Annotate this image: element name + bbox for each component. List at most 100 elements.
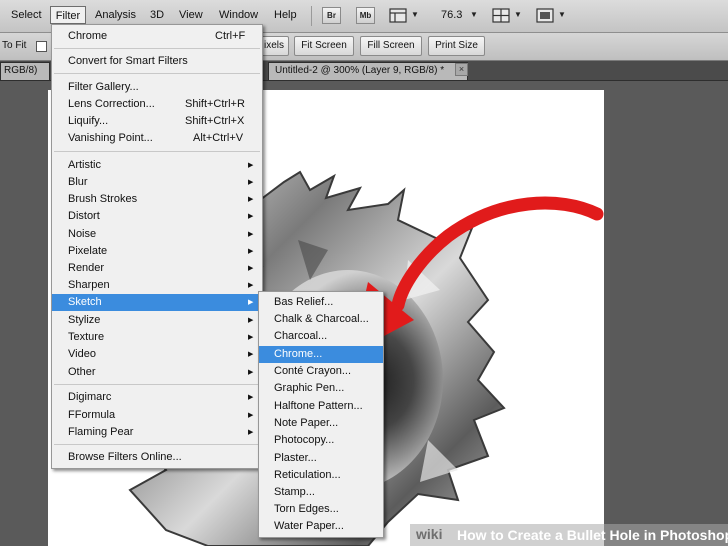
menu-item-browse-filters-online[interactable]: Browse Filters Online... [52, 449, 262, 466]
menu-item-label: Vanishing Point... [68, 132, 153, 144]
shortcut-label: Ctrl+F [215, 30, 246, 42]
menu-item-texture[interactable]: Texture ▶ [52, 329, 262, 346]
submenu-item-bas-relief[interactable]: Bas Relief... [259, 294, 383, 311]
menu-item-label: Photocopy... [274, 434, 335, 446]
menu-item-filter-gallery[interactable]: Filter Gallery... [52, 79, 262, 96]
menu-view[interactable]: View [179, 9, 203, 21]
menu-item-label: Conté Crayon... [274, 365, 352, 377]
menu-window[interactable]: Window [219, 9, 258, 21]
menu-item-lens-correction[interactable]: Lens Correction... Shift+Ctrl+R [52, 96, 262, 113]
menu-item-sharpen[interactable]: Sharpen ▶ [52, 277, 262, 294]
menu-item-chrome[interactable]: Chrome Ctrl+F [52, 28, 262, 45]
menu-item-label: Other [68, 366, 96, 378]
menu-item-label: Brush Strokes [68, 193, 138, 205]
menu-item-label: Halftone Pattern... [274, 400, 363, 412]
shortcut-label: Shift+Ctrl+X [185, 115, 245, 127]
menu-3d[interactable]: 3D [150, 9, 164, 21]
menu-item-blur[interactable]: Blur ▶ [52, 174, 262, 191]
menu-item-label: Render [68, 262, 105, 274]
shortcut-label: Alt+Ctrl+V [193, 132, 244, 144]
arrange-documents-icon [492, 8, 510, 23]
chevron-right-icon: ▶ [248, 196, 254, 203]
submenu-item-graphic-pen[interactable]: Graphic Pen... [259, 380, 383, 397]
menu-divider [54, 384, 260, 385]
submenu-item-halftone-pattern[interactable]: Halftone Pattern... [259, 398, 383, 415]
chevron-right-icon: ▶ [248, 231, 254, 238]
wikihow-logo: wiki [416, 526, 443, 542]
banner-title: How to Create a Bullet Hole in Photoshop [457, 527, 728, 543]
chevron-right-icon: ▶ [248, 213, 254, 220]
submenu-item-note-paper[interactable]: Note Paper... [259, 415, 383, 432]
close-icon[interactable]: × [455, 63, 468, 76]
view-extras-icon [389, 8, 407, 23]
menu-select[interactable]: Select [11, 9, 42, 21]
menu-item-label: Stamp... [274, 486, 315, 498]
menu-item-vanishing-point[interactable]: Vanishing Point... Alt+Ctrl+V [52, 130, 262, 147]
submenu-item-plaster[interactable]: Plaster... [259, 450, 383, 467]
menu-item-stylize[interactable]: Stylize ▶ [52, 312, 262, 329]
menu-item-label: Graphic Pen... [274, 382, 345, 394]
menu-item-video[interactable]: Video ▶ [52, 346, 262, 363]
wikihow-banner: wiki How to Create a Bullet Hole in Phot… [410, 524, 728, 546]
submenu-item-charcoal[interactable]: Charcoal... [259, 328, 383, 345]
fit-screen-button[interactable]: Fit Screen [294, 36, 354, 56]
menu-item-label: Noise [68, 228, 97, 240]
chevron-right-icon: ▶ [248, 351, 254, 358]
menu-filter[interactable]: Filter [50, 6, 86, 24]
chevron-down-icon: ▼ [411, 10, 419, 19]
bridge-button[interactable]: Br [322, 7, 341, 24]
submenu-item-chrome[interactable]: Chrome... [259, 346, 383, 363]
fill-screen-button[interactable]: Fill Screen [360, 36, 422, 56]
menu-item-flaming-pear[interactable]: Flaming Pear ▶ [52, 424, 262, 441]
view-extras-button[interactable] [389, 8, 407, 23]
submenu-item-stamp[interactable]: Stamp... [259, 484, 383, 501]
menu-item-label: Chrome... [274, 348, 323, 360]
filter-menu: Chrome Ctrl+F Convert for Smart Filters … [51, 24, 263, 469]
menu-item-other[interactable]: Other ▶ [52, 364, 262, 381]
menu-item-noise[interactable]: Noise ▶ [52, 226, 262, 243]
submenu-item-torn-edges[interactable]: Torn Edges... [259, 501, 383, 518]
submenu-item-reticulation[interactable]: Reticulation... [259, 467, 383, 484]
menu-item-label: Artistic [68, 159, 101, 171]
resize-to-fit-checkbox[interactable] [36, 41, 47, 52]
menu-item-render[interactable]: Render ▶ [52, 260, 262, 277]
shortcut-label: Shift+Ctrl+R [185, 98, 245, 110]
menu-item-label: Plaster... [274, 452, 317, 464]
document-tab-active[interactable]: Untitled-2 @ 300% (Layer 9, RGB/8) * [268, 62, 468, 80]
chevron-right-icon: ▶ [248, 299, 254, 306]
menu-item-digimarc[interactable]: Digimarc ▶ [52, 389, 262, 406]
submenu-item-photocopy[interactable]: Photocopy... [259, 432, 383, 449]
print-size-button[interactable]: Print Size [428, 36, 485, 56]
menu-analysis[interactable]: Analysis [95, 9, 136, 21]
zoom-level[interactable]: 76.3 [441, 9, 462, 21]
chevron-down-icon[interactable]: ▼ [470, 10, 478, 19]
menu-item-distort[interactable]: Distort ▶ [52, 208, 262, 225]
mini-bridge-button[interactable]: Mb [356, 7, 375, 24]
menu-item-label: Chrome [68, 30, 108, 42]
menu-item-liquify[interactable]: Liquify... Shift+Ctrl+X [52, 113, 262, 130]
document-tab-label: Untitled-2 @ 300% (Layer 9, RGB/8) * [275, 65, 445, 76]
menu-item-artistic[interactable]: Artistic ▶ [52, 157, 262, 174]
menu-item-label: Chalk & Charcoal... [274, 313, 369, 325]
submenu-item-water-paper[interactable]: Water Paper... [259, 518, 383, 535]
document-tab-partial[interactable]: RGB/8) [0, 62, 50, 80]
menu-item-brush-strokes[interactable]: Brush Strokes ▶ [52, 191, 262, 208]
menu-item-label: Browse Filters Online... [68, 451, 182, 463]
submenu-item-conte-crayon[interactable]: Conté Crayon... [259, 363, 383, 380]
menu-item-label: Lens Correction... [68, 98, 155, 110]
menu-item-label: Reticulation... [274, 469, 341, 481]
menu-item-convert-smart-filters[interactable]: Convert for Smart Filters [52, 53, 262, 70]
submenu-item-chalk-charcoal[interactable]: Chalk & Charcoal... [259, 311, 383, 328]
chevron-right-icon: ▶ [248, 248, 254, 255]
menu-divider [54, 73, 260, 74]
screen-mode-icon [536, 8, 554, 23]
menu-item-label: Torn Edges... [274, 503, 339, 515]
menu-item-label: Filter Gallery... [68, 81, 139, 93]
arrange-documents-button[interactable] [492, 8, 510, 23]
menu-help[interactable]: Help [274, 9, 297, 21]
menu-item-fformula[interactable]: FFormula ▶ [52, 407, 262, 424]
menu-item-sketch[interactable]: Sketch ▶ [52, 294, 262, 311]
menu-item-pixelate[interactable]: Pixelate ▶ [52, 243, 262, 260]
menu-item-label: Video [68, 348, 96, 360]
screen-mode-button[interactable] [536, 8, 554, 23]
